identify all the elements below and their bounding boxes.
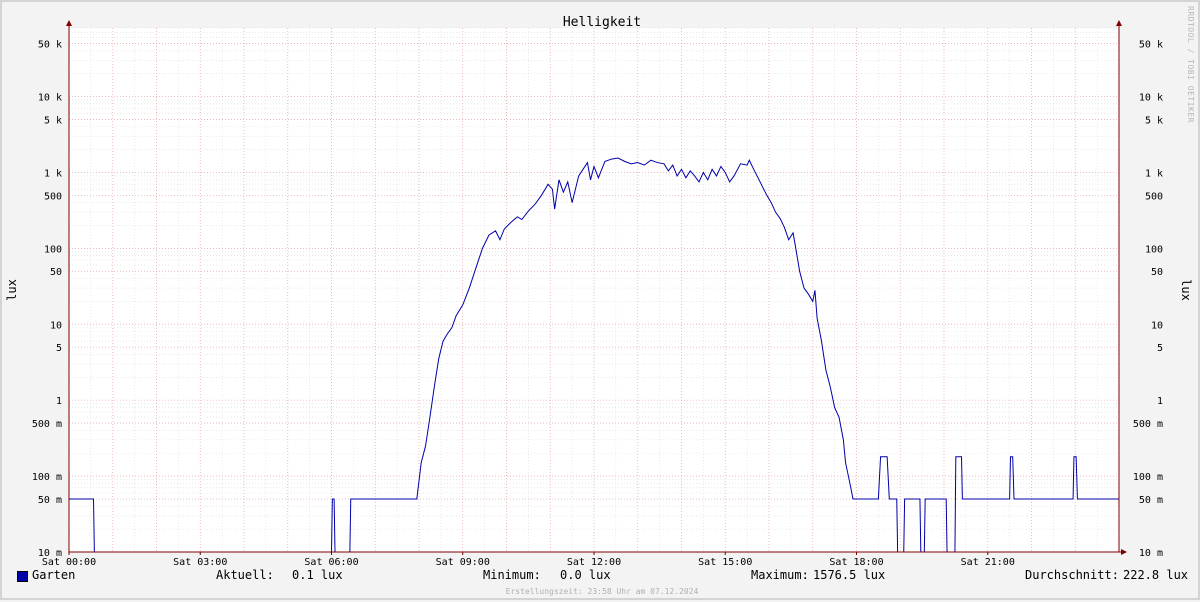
y-axis-label-right: lux [1179,279,1193,301]
y-axis-arrow-right [1116,20,1122,26]
y-axis-arrow-left [66,20,72,26]
x-tick-label: Sat 09:00 [436,557,490,568]
y-tick-label-left: 5 [56,343,62,354]
y-tick-labels-left: 10 m50 m100 m500 m1510501005001 k5 k10 k… [32,39,62,559]
y-tick-label-right: 100 [1145,244,1163,255]
y-tick-label-right: 1 [1157,396,1163,407]
rrdtool-watermark: RRDTOOL / TOBI OETIKER [1186,6,1195,123]
y-tick-label-left: 50 [50,267,62,278]
x-axis-arrow [1121,549,1127,555]
chart-frame: 10 m 50 m 100 m 500 m 1 5 10 50 100 500 1 k 5 k 10 k… [0,0,1200,600]
y-tick-label-left: 1 [56,396,62,407]
legend: Garten Aktuell: 0.1 lux Minimum: 0.0 lux… [2,568,1200,586]
x-tick-label: Sat 03:00 [173,557,227,568]
creation-time-footer: Erstellungszeit: 23:58 Uhr am 07.12.2024 [505,587,699,596]
x-tick-label: Sat 21:00 [961,557,1015,568]
legend-current-label: Aktuell: [216,568,274,582]
legend-avg-label: Durchschnitt: [1025,568,1119,582]
legend-min-label: Minimum: [483,568,541,582]
y-tick-label-left: 50 k [38,39,62,50]
legend-swatch-garten [17,571,28,582]
legend-max-value: 1576.5 lux [813,568,886,582]
legend-current-value: 0.1 lux [292,568,343,582]
y-tick-label-left: 500 m [32,419,62,430]
x-tick-label: Sat 18:00 [829,557,883,568]
legend-avg-value: 222.8 lux [1123,568,1189,582]
y-tick-label-right: 5 [1157,343,1163,354]
y-tick-label-left: 100 [44,244,62,255]
y-tick-label-right: 500 [1145,191,1163,202]
x-tick-label: Sat 15:00 [698,557,752,568]
y-tick-label-right: 50 [1151,267,1163,278]
chart-title: Helligkeit [563,15,641,30]
y-tick-label-left: 5 k [44,115,62,126]
y-tick-label-right: 50 k [1139,39,1163,50]
y-tick-label-right: 50 m [1139,495,1163,506]
x-tick-labels: Sat 00:00 Sat 03:00 Sat 06:00 Sat 09:00 Sat … [42,557,1015,568]
x-tick-label: Sat 00:00 [42,557,96,568]
y-tick-label-right: 500 m [1133,419,1163,430]
y-tick-labels-right: 10 m 50 m 100 m 500 m 1 5 10 50 100 500 1 k 5 k 10 k… [1133,39,1163,559]
y-tick-label-right: 10 k [1139,93,1163,104]
x-tick-label: Sat 06:00 [304,557,358,568]
y-tick-label-right: 10 [1151,320,1163,331]
y-tick-label-left: 10 k [38,93,62,104]
y-axis-label-left: lux [5,279,19,301]
brightness-chart: 10 m 50 m 100 m 500 m 1 5 10 50 100 500 1 k 5 k 10 k… [5,15,1193,568]
legend-series-name: Garten [32,568,76,582]
y-tick-label-right: 100 m [1133,472,1163,483]
y-tick-label-left: 10 [50,320,62,331]
y-tick-label-right: 10 m [1139,548,1163,559]
y-tick-label-right: 5 k [1145,115,1163,126]
y-tick-label-left: 500 [44,191,62,202]
y-tick-label-left: 100 m [32,472,62,483]
x-tick-label: Sat 12:00 [567,557,621,568]
legend-max-label: Maximum: [751,568,809,582]
y-tick-label-left: 50 m [38,495,62,506]
y-tick-label-left: 1 k [44,168,62,179]
legend-min-value: 0.0 lux [560,568,611,582]
y-tick-label-right: 1 k [1145,168,1163,179]
